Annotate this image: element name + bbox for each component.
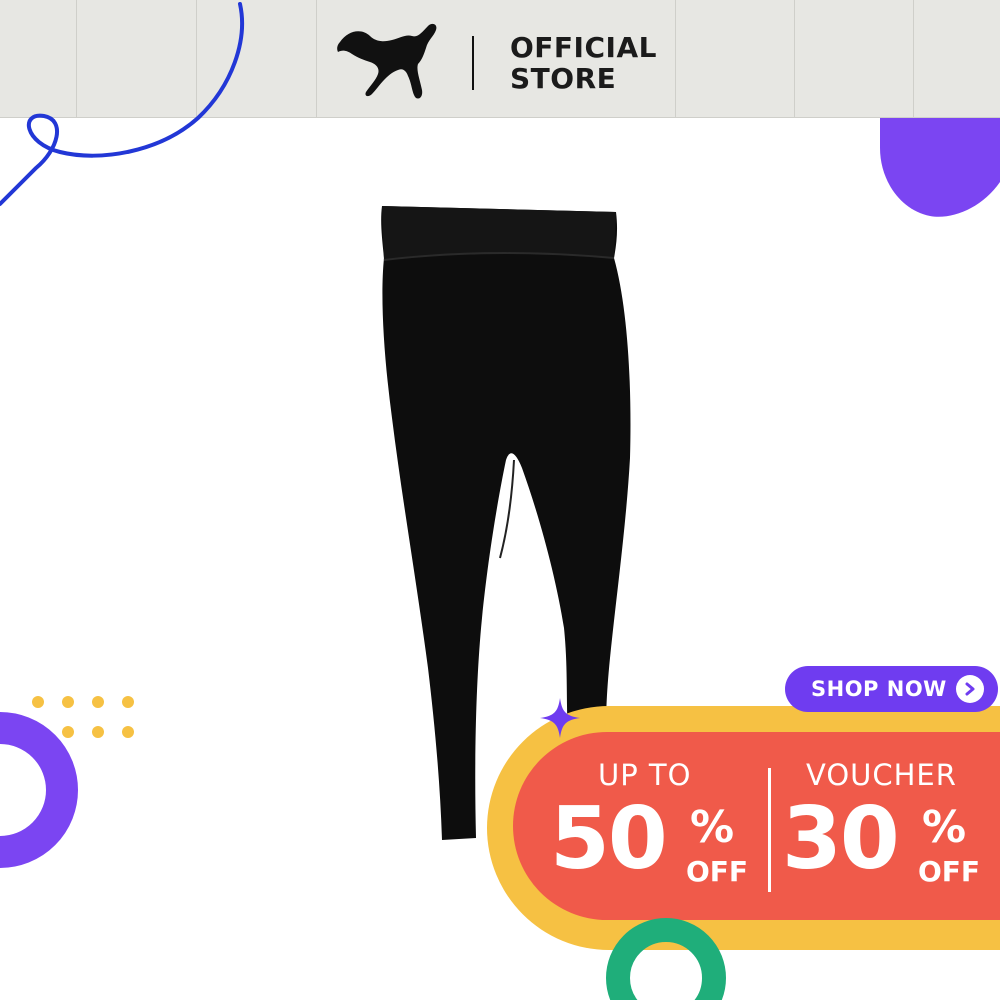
- brand-line-store: STORE: [510, 62, 617, 95]
- voucher-caption: VOUCHER: [806, 758, 957, 792]
- brand-wordmark: OFFICIAL STORE: [510, 32, 657, 94]
- right-off-label: OFF: [918, 855, 981, 888]
- header-grid-line: [913, 0, 914, 118]
- green-ring-decoration: [606, 918, 726, 1000]
- blue-squiggle-decoration: [0, 2, 245, 206]
- left-percent-sign: %: [690, 802, 735, 853]
- right-discount-value: 30: [782, 789, 900, 889]
- purple-ring-decoration: [0, 712, 78, 868]
- chevron-right-icon: [956, 675, 984, 703]
- puma-cat-logo-icon: [337, 23, 437, 99]
- right-percent-sign: %: [922, 802, 967, 853]
- promo-banner: OFFICIAL STORE SHOP NOW UP TO 50 % OFF V…: [0, 0, 1000, 1000]
- left-discount-value: 50: [550, 789, 668, 889]
- shop-now-button[interactable]: SHOP NOW: [785, 666, 998, 712]
- header-grid-line: [675, 0, 676, 118]
- left-off-label: OFF: [686, 855, 749, 888]
- header-grid-line: [316, 0, 317, 118]
- up-to-caption: UP TO: [598, 758, 692, 792]
- promo-divider: [768, 768, 771, 892]
- purple-half-circle-decoration: [880, 118, 1000, 217]
- brand-separator: [472, 36, 474, 90]
- header-grid-line: [794, 0, 795, 118]
- shop-now-label: SHOP NOW: [811, 677, 947, 701]
- brand-line-official: OFFICIAL: [510, 31, 657, 64]
- sparkle-icon: [540, 698, 580, 738]
